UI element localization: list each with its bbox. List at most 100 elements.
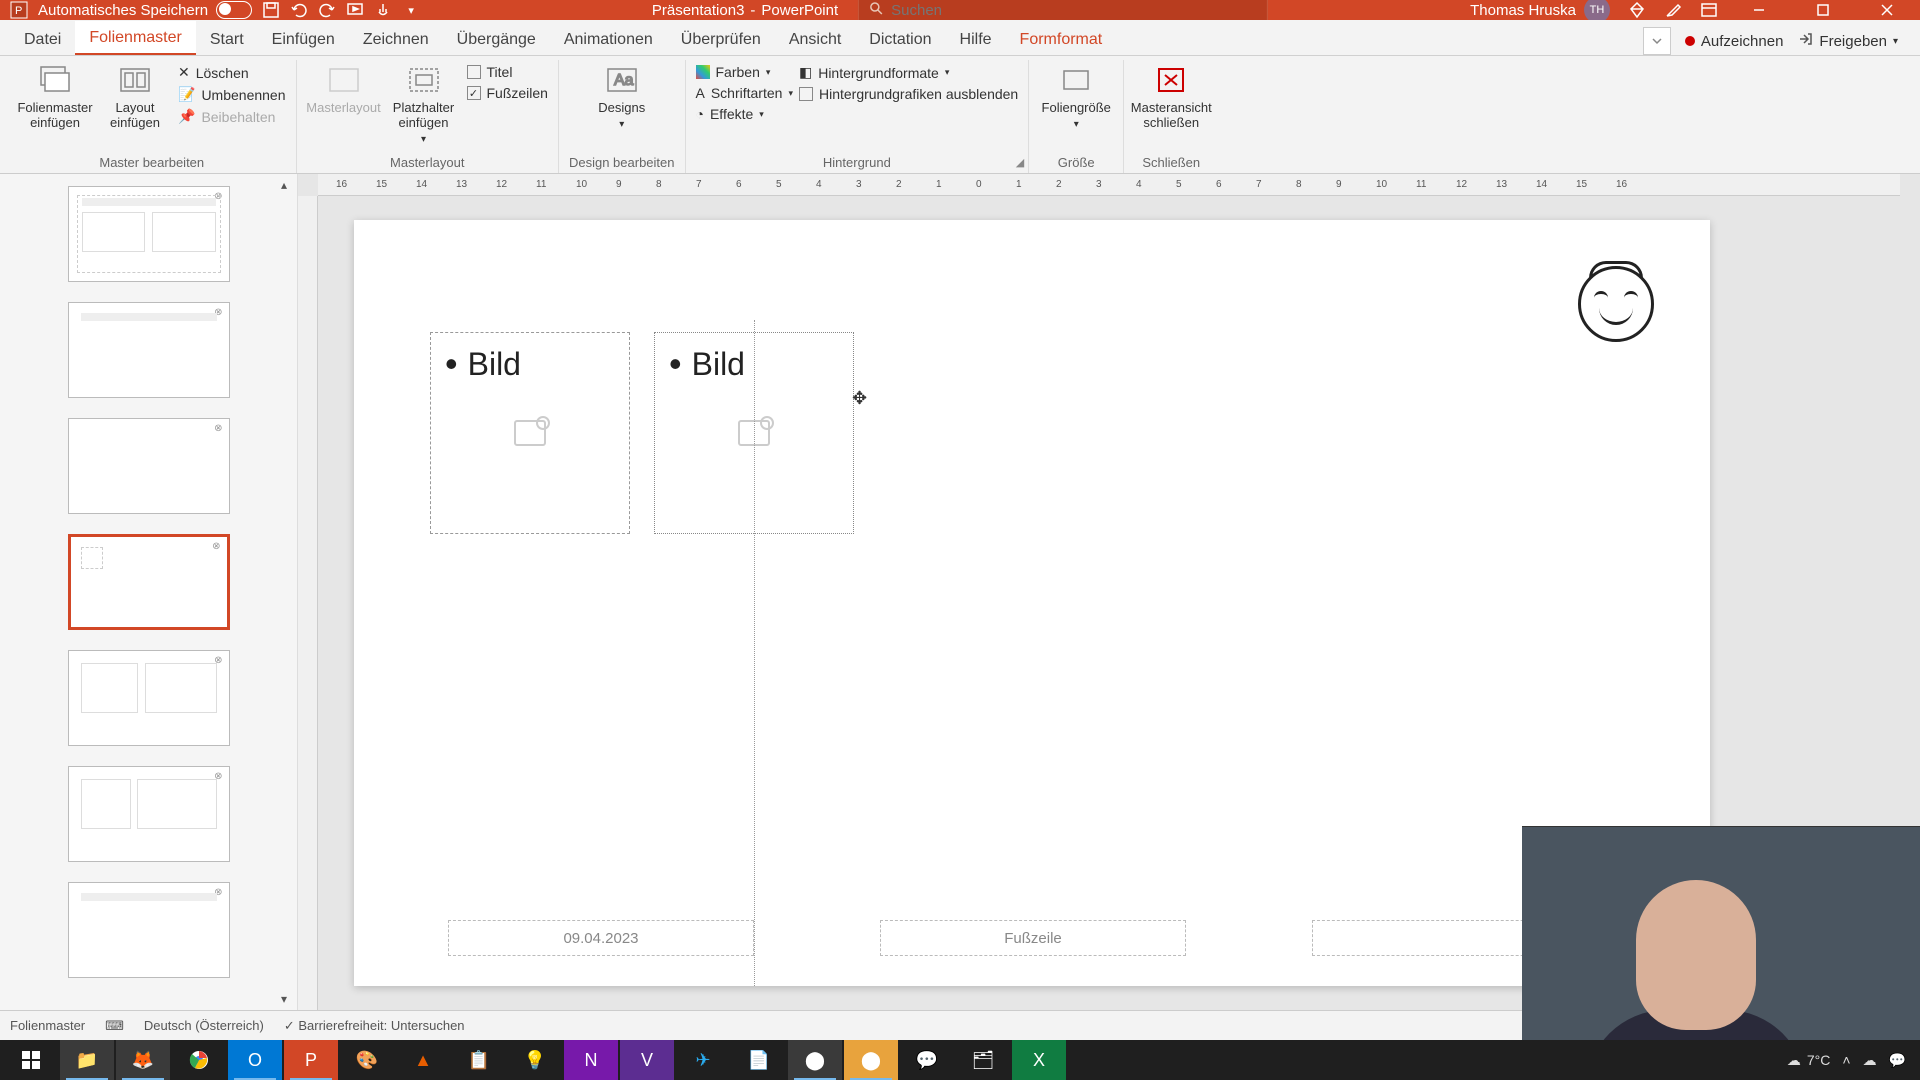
- schriftarten-button[interactable]: ASchriftarten▾: [696, 85, 793, 101]
- app-icon[interactable]: ⬤: [844, 1040, 898, 1080]
- group-label: Master bearbeiten: [99, 152, 204, 173]
- farben-button[interactable]: Farben▾: [696, 64, 793, 80]
- scroll-up-icon[interactable]: ▴: [275, 176, 293, 194]
- group-masterlayout: Masterlayout Platzhalter einfügen▾ Titel…: [297, 60, 559, 173]
- tray-icon[interactable]: ☁: [1863, 1052, 1877, 1069]
- collapse-ribbon-button[interactable]: [1643, 27, 1671, 55]
- fusszeilen-checkbox[interactable]: Fußzeilen: [467, 85, 548, 101]
- pen-icon[interactable]: [1664, 1, 1682, 19]
- slide-canvas[interactable]: Bild Bild ✥ 09.04.2023 Fußzeile: [354, 220, 1710, 986]
- weather-icon: ☁: [1787, 1052, 1801, 1069]
- tray-icon[interactable]: 💬: [1889, 1052, 1906, 1069]
- tab-start[interactable]: Start: [196, 23, 258, 55]
- outlook-icon[interactable]: O: [228, 1040, 282, 1080]
- tab-dictation[interactable]: Dictation: [855, 23, 945, 55]
- umbenennen-button[interactable]: 📝Umbenennen: [178, 86, 286, 103]
- chrome-icon[interactable]: [172, 1040, 226, 1080]
- layout-thumbnail[interactable]: ⊗: [68, 882, 230, 978]
- record-button[interactable]: Aufzeichnen: [1685, 33, 1784, 50]
- diamond-icon[interactable]: [1628, 1, 1646, 19]
- powerpoint-icon[interactable]: P: [284, 1040, 338, 1080]
- layout-thumbnail-selected[interactable]: ⊗: [68, 534, 230, 630]
- background-styles-icon: ◧: [799, 64, 812, 81]
- app-icon[interactable]: 🎨: [340, 1040, 394, 1080]
- preserve-icon: 📌: [178, 108, 195, 125]
- app-icon[interactable]: 🗂: [956, 1040, 1010, 1080]
- telegram-icon[interactable]: ✈: [676, 1040, 730, 1080]
- layout-thumbnail[interactable]: ⊗: [68, 766, 230, 862]
- titlebar: P Automatisches Speichern ▾ Präsentation…: [0, 0, 1920, 20]
- footer-placeholder[interactable]: Fußzeile: [880, 920, 1186, 956]
- save-icon[interactable]: [262, 1, 280, 19]
- layout-thumbnail[interactable]: ⊗: [68, 650, 230, 746]
- date-placeholder[interactable]: 09.04.2023: [448, 920, 754, 956]
- tab-animationen[interactable]: Animationen: [550, 23, 667, 55]
- layout-thumbnail[interactable]: ⊗: [68, 418, 230, 514]
- accessibility-status[interactable]: ✓ Barrierefreiheit: Untersuchen: [284, 1018, 465, 1034]
- foliengroesse-button[interactable]: Foliengröße▾: [1039, 64, 1113, 130]
- touch-mode-icon[interactable]: [374, 1, 392, 19]
- tab-folienmaster[interactable]: Folienmaster: [75, 21, 195, 55]
- obs-icon[interactable]: ⬤: [788, 1040, 842, 1080]
- tab-einfuegen[interactable]: Einfügen: [258, 23, 349, 55]
- smiley-shape[interactable]: [1578, 266, 1654, 342]
- placeholder-text: Bild: [692, 346, 745, 383]
- qat-dropdown-icon[interactable]: ▾: [402, 1, 420, 19]
- layout-thumbnail[interactable]: ⊗: [68, 186, 230, 282]
- dialog-launcher-icon[interactable]: ◢: [1016, 156, 1024, 169]
- file-explorer-icon[interactable]: 📁: [60, 1040, 114, 1080]
- redo-icon[interactable]: [318, 1, 336, 19]
- maximize-button[interactable]: [1800, 1, 1846, 19]
- record-label: Aufzeichnen: [1701, 33, 1784, 50]
- loeschen-button[interactable]: ✕Löschen: [178, 64, 286, 81]
- minimize-button[interactable]: [1736, 1, 1782, 19]
- rename-icon: 📝: [178, 86, 195, 103]
- group-master-bearbeiten: Folienmaster einfügen Layout einfügen ✕L…: [8, 60, 297, 173]
- tray-chevron-icon[interactable]: ˄: [1842, 1052, 1850, 1068]
- titel-checkbox[interactable]: Titel: [467, 64, 548, 80]
- tab-ansicht[interactable]: Ansicht: [775, 23, 855, 55]
- tab-ueberpruefen[interactable]: Überprüfen: [667, 23, 775, 55]
- app-icon[interactable]: 📄: [732, 1040, 786, 1080]
- undo-icon[interactable]: [290, 1, 308, 19]
- scroll-down-icon[interactable]: ▾: [275, 990, 293, 1008]
- masteransicht-schliessen-button[interactable]: Masteransicht schließen: [1134, 64, 1208, 130]
- tab-datei[interactable]: Datei: [10, 23, 75, 55]
- start-from-beginning-icon[interactable]: [346, 1, 364, 19]
- vlc-icon[interactable]: ▲: [396, 1040, 450, 1080]
- tab-zeichnen[interactable]: Zeichnen: [349, 23, 443, 55]
- image-placeholder-1[interactable]: Bild: [430, 332, 630, 534]
- search-input[interactable]: [891, 2, 1257, 19]
- autosave-toggle[interactable]: Automatisches Speichern: [38, 1, 252, 19]
- onenote-icon[interactable]: N: [564, 1040, 618, 1080]
- svg-text:Aa: Aa: [614, 72, 634, 89]
- effekte-button[interactable]: ◔Effekte▾: [696, 106, 793, 122]
- folienmaster-einfuegen-button[interactable]: Folienmaster einfügen: [18, 64, 92, 130]
- layout-thumbnail[interactable]: ⊗: [68, 302, 230, 398]
- start-button[interactable]: [4, 1040, 58, 1080]
- colors-icon: [696, 65, 710, 79]
- thumbnail-panel[interactable]: ▴ ⊗ ⊗ ⊗ ⊗ ⊗ ⊗ ⊗ ▾: [0, 174, 298, 1010]
- language-status[interactable]: Deutsch (Österreich): [144, 1018, 264, 1033]
- tab-hilfe[interactable]: Hilfe: [946, 23, 1006, 55]
- layout-einfuegen-button[interactable]: Layout einfügen: [98, 64, 172, 130]
- tab-uebergaenge[interactable]: Übergänge: [443, 23, 550, 55]
- excel-icon[interactable]: X: [1012, 1040, 1066, 1080]
- discord-icon[interactable]: 💬: [900, 1040, 954, 1080]
- move-cursor-icon: ✥: [852, 388, 867, 409]
- platzhalter-einfuegen-button[interactable]: Platzhalter einfügen▾: [387, 64, 461, 145]
- designs-button[interactable]: Aa Designs▾: [585, 64, 659, 130]
- hide-background-graphics-checkbox[interactable]: Hintergrundgrafiken ausblenden: [799, 86, 1018, 102]
- share-button[interactable]: Freigeben ▾: [1797, 31, 1898, 51]
- keyboard-icon[interactable]: ⌨: [105, 1018, 124, 1034]
- app-icon[interactable]: 📋: [452, 1040, 506, 1080]
- window-icon[interactable]: [1700, 1, 1718, 19]
- hintergrundformate-button[interactable]: ◧Hintergrundformate▾: [799, 64, 1018, 81]
- tab-formformat[interactable]: Formformat: [1006, 23, 1117, 55]
- firefox-icon[interactable]: 🦊: [116, 1040, 170, 1080]
- app-icon[interactable]: 💡: [508, 1040, 562, 1080]
- visual-studio-icon[interactable]: V: [620, 1040, 674, 1080]
- weather-widget[interactable]: ☁ 7°C: [1787, 1052, 1831, 1069]
- close-button[interactable]: [1864, 1, 1910, 19]
- group-label: Größe: [1058, 152, 1095, 173]
